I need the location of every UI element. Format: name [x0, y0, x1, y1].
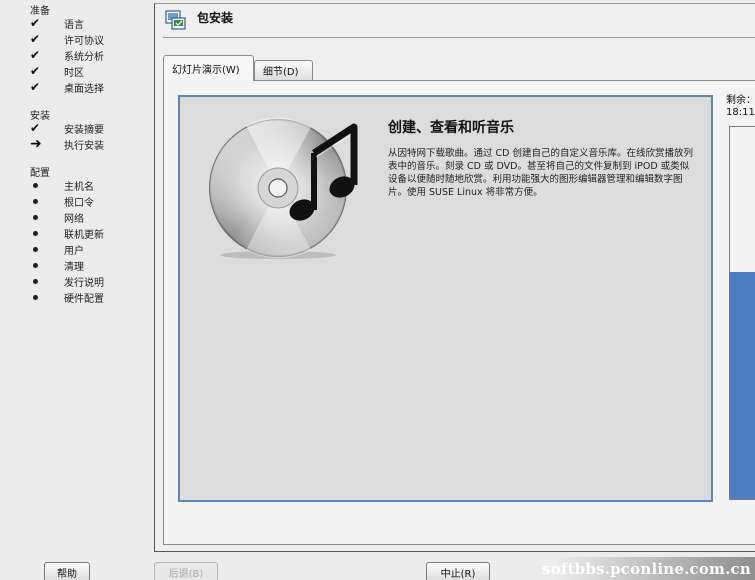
tab-slideshow[interactable]: 幻灯片演示(W) [163, 55, 254, 81]
section-title-configure: 配置 [30, 168, 50, 179]
installation-steps-sidebar: 准备 ✔ 语言 ✔ 许可协议 ✔ 系统分析 ✔ 时区 ✔ 桌面选择 安装 ✔ 安装摘要 ➜ 执… [0, 0, 154, 552]
check-icon: ✔ [30, 80, 41, 94]
remaining-value: 18:11 [726, 107, 755, 118]
bullet-icon [30, 194, 50, 208]
bullet-icon [30, 290, 50, 304]
check-icon: ✔ [30, 121, 41, 135]
back-button[interactable]: 后退(B) [154, 562, 218, 580]
slide-description: 从因特网下载歌曲。通过 CD 创建自己的自定义音乐库。在线欣赏播放列表中的音乐。… [388, 148, 693, 198]
package-install-icon [165, 10, 186, 30]
package-install-dialog: 包安装 幻灯片演示(W) 细节(D) 创建、查看和听音乐 从因特网下载歌曲。通过… [154, 3, 755, 552]
remaining-time: 剩余： 18:11 [726, 95, 755, 119]
step-system-analysis: ✔ 系统分析 [30, 48, 104, 63]
check-icon: ✔ [30, 32, 41, 46]
arrow-right-icon: ➜ [30, 136, 42, 152]
slide-title: 创建、查看和听音乐 [388, 120, 514, 136]
cd-music-icon [209, 117, 358, 259]
check-icon: ✔ [30, 48, 41, 62]
help-button[interactable]: 帮助 [44, 562, 90, 580]
remaining-label: 剩余： [726, 95, 755, 106]
step-cleanup: 清理 [30, 258, 150, 273]
progress-fill [730, 272, 755, 499]
step-online-update: 联机更新 [30, 226, 150, 241]
step-hardware-config: 硬件配置 [30, 290, 150, 305]
install-progress-bar [729, 126, 755, 500]
bullet-icon [30, 226, 50, 240]
header-divider [163, 37, 755, 38]
check-icon: ✔ [30, 16, 41, 30]
watermark: softbbs.pconline.com.cn [542, 557, 755, 580]
tab-details[interactable]: 细节(D) [254, 60, 313, 80]
bullet-icon [30, 178, 50, 192]
step-license: ✔ 许可协议 [30, 32, 104, 47]
step-perform-install: ➜ 执行安装 [30, 136, 104, 152]
abort-button[interactable]: 中止(R) [426, 562, 490, 580]
bullet-icon [30, 242, 50, 256]
slideshow-panel: 创建、查看和听音乐 从因特网下载歌曲。通过 CD 创建自己的自定义音乐库。在线欣… [163, 80, 755, 545]
bullet-icon [30, 258, 50, 272]
step-release-notes: 发行说明 [30, 274, 150, 289]
step-hostname: 主机名 [30, 178, 150, 193]
step-root-password: 根口令 [30, 194, 150, 209]
step-language: ✔ 语言 [30, 16, 84, 31]
bullet-icon [30, 210, 50, 224]
section-title-prepare: 准备 [30, 6, 50, 17]
step-users: 用户 [30, 242, 150, 257]
check-icon: ✔ [30, 64, 41, 78]
bullet-icon [30, 274, 50, 288]
step-install-summary: ✔ 安装摘要 [30, 121, 104, 136]
page-title: 包安装 [197, 11, 234, 25]
section-title-install: 安装 [30, 111, 50, 122]
step-network: 网络 [30, 210, 150, 225]
step-timezone: ✔ 时区 [30, 64, 84, 79]
step-desktop-selection: ✔ 桌面选择 [30, 80, 104, 95]
slide-frame: 创建、查看和听音乐 从因特网下载歌曲。通过 CD 创建自己的自定义音乐库。在线欣… [178, 95, 713, 502]
